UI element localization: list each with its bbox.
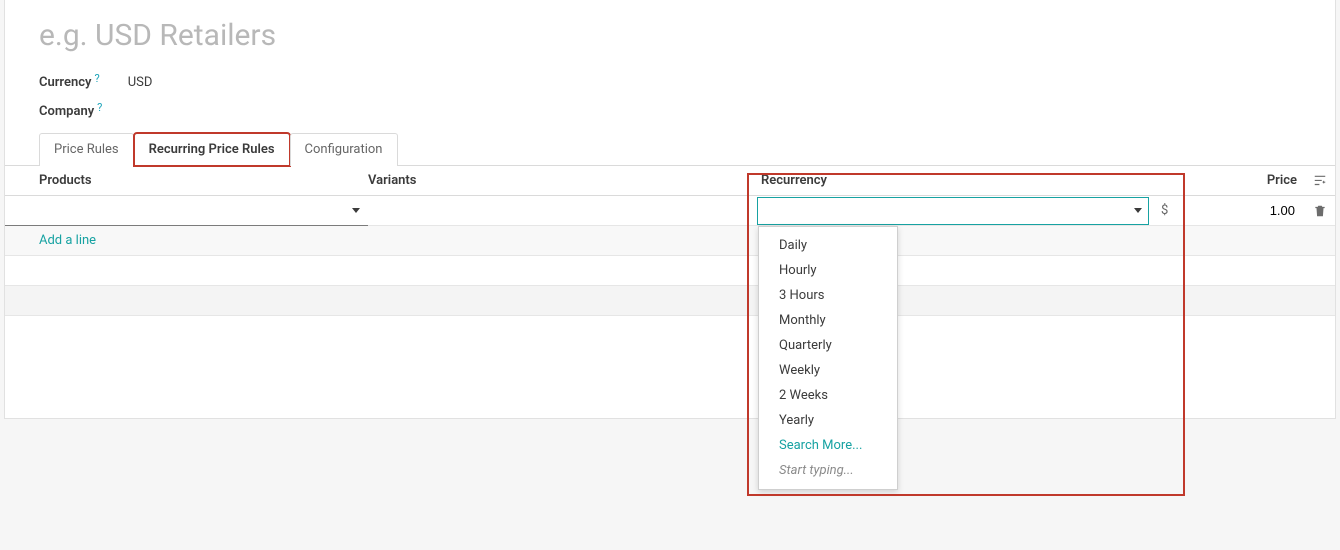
currency-symbol: $ bbox=[1161, 203, 1168, 218]
recurrency-option[interactable]: Monthly bbox=[759, 308, 897, 333]
currency-label: Currency bbox=[39, 75, 91, 90]
recurrency-option[interactable]: Yearly bbox=[759, 408, 897, 433]
tab-recurring-price-rules[interactable]: Recurring Price Rules bbox=[134, 133, 290, 166]
company-label: Company bbox=[39, 104, 94, 119]
price-input[interactable] bbox=[1237, 202, 1297, 219]
col-header-variants: Variants bbox=[368, 173, 753, 188]
recurrency-option[interactable]: Weekly bbox=[759, 358, 897, 383]
recurrency-option[interactable]: Quarterly bbox=[759, 333, 897, 358]
recurrency-select[interactable]: DailyHourly3 HoursMonthlyQuarterlyWeekly… bbox=[757, 197, 1149, 225]
currency-value[interactable]: USD bbox=[128, 75, 153, 90]
recurrency-option[interactable]: Hourly bbox=[759, 258, 897, 283]
column-settings-icon[interactable] bbox=[1305, 174, 1335, 188]
spacer-row bbox=[5, 286, 1335, 316]
field-block: Currency ? USD Company ? bbox=[5, 53, 1335, 119]
delete-row-icon[interactable] bbox=[1305, 204, 1335, 218]
caret-down-icon bbox=[352, 208, 360, 213]
recurrency-start-typing-hint: Start typing... bbox=[759, 458, 897, 483]
tab-price-rules[interactable]: Price Rules bbox=[39, 133, 134, 166]
col-header-products: Products bbox=[5, 173, 368, 188]
field-row-currency: Currency ? USD bbox=[39, 75, 1335, 90]
recurrency-cell: DailyHourly3 HoursMonthlyQuarterlyWeekly… bbox=[753, 197, 1187, 225]
tab-configuration[interactable]: Configuration bbox=[290, 133, 398, 166]
recurrency-search-more[interactable]: Search More... bbox=[759, 433, 897, 458]
price-cell bbox=[1187, 202, 1305, 219]
page-title: e.g. USD Retailers bbox=[5, 0, 1335, 53]
table-row: DailyHourly3 HoursMonthlyQuarterlyWeekly… bbox=[5, 196, 1335, 226]
spacer-row bbox=[5, 316, 1335, 358]
col-header-recurrency: Recurrency bbox=[753, 173, 1187, 188]
add-line[interactable]: Add a line bbox=[5, 226, 1335, 256]
form-container: e.g. USD Retailers Currency ? USD Compan… bbox=[4, 0, 1336, 419]
recurrency-option[interactable]: 3 Hours bbox=[759, 283, 897, 308]
company-help-icon[interactable]: ? bbox=[97, 101, 102, 114]
spacer-row bbox=[5, 256, 1335, 286]
field-row-company: Company ? bbox=[39, 104, 1335, 119]
recurrency-option[interactable]: 2 Weeks bbox=[759, 383, 897, 408]
recurrency-input[interactable] bbox=[758, 198, 1128, 224]
table-header: Products Variants Recurrency Price bbox=[5, 166, 1335, 196]
recurrency-caret-icon[interactable] bbox=[1128, 208, 1148, 213]
recurrency-option[interactable]: Daily bbox=[759, 233, 897, 258]
col-header-price: Price bbox=[1187, 173, 1305, 188]
recurrency-dropdown: DailyHourly3 HoursMonthlyQuarterlyWeekly… bbox=[758, 226, 898, 490]
products-select[interactable] bbox=[5, 196, 368, 226]
tab-bar: Price Rules Recurring Price Rules Config… bbox=[5, 133, 1335, 166]
currency-help-icon[interactable]: ? bbox=[94, 72, 99, 85]
